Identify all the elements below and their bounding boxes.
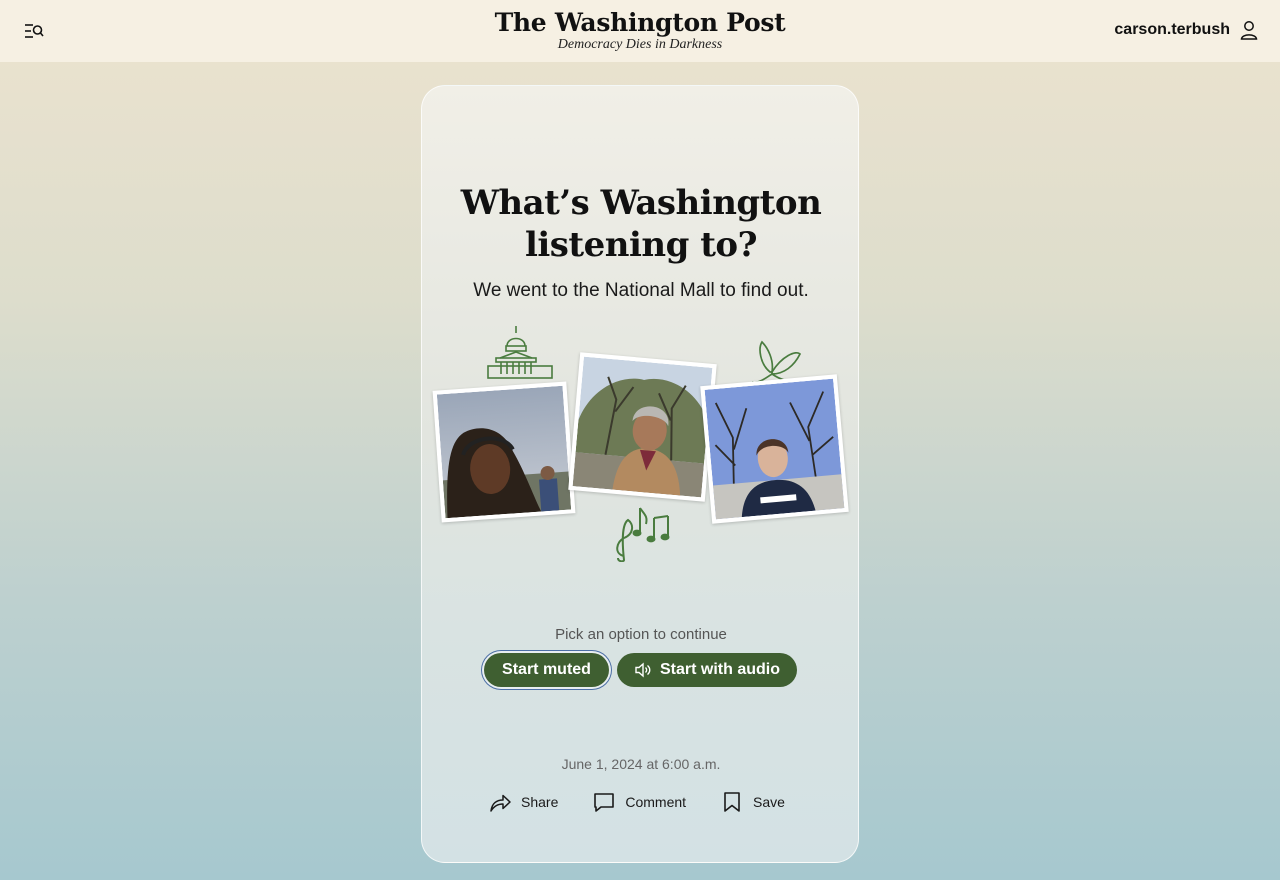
speaker-icon xyxy=(635,662,651,678)
story-dek: We went to the National Mall to find out… xyxy=(473,280,809,301)
publish-date: June 1, 2024 at 6:00 a.m. xyxy=(561,756,721,772)
start-muted-label: Start muted xyxy=(502,661,591,678)
story-actions: Share Comment Save xyxy=(488,790,785,814)
capitol-icon xyxy=(487,326,553,379)
site-tagline: Democracy Dies in Darkness xyxy=(557,37,723,52)
comment-label: Comment xyxy=(625,794,687,810)
bookmark-icon xyxy=(724,792,740,812)
start-with-audio-button[interactable]: Start with audio xyxy=(617,653,797,687)
story-card: What’s Washington listening to? We went … xyxy=(421,85,859,863)
share-label: Share xyxy=(521,794,559,810)
headline-line-2: listening to? xyxy=(524,225,758,265)
start-muted-button[interactable]: Start muted xyxy=(484,653,609,687)
headline-line-1: What’s Washington xyxy=(460,183,822,223)
continue-prompt: Pick an option to continue xyxy=(555,626,727,643)
story-headline: What’s Washington listening to? xyxy=(422,182,860,266)
interview-photo-1 xyxy=(432,381,576,523)
user-icon xyxy=(1240,21,1258,40)
account-button[interactable]: carson.terbush xyxy=(1114,20,1258,40)
site-logo[interactable]: The Washington Post xyxy=(0,8,1280,38)
share-icon xyxy=(490,794,511,812)
interview-photo-3 xyxy=(700,374,849,524)
music-notes-icon xyxy=(616,507,670,562)
save-label: Save xyxy=(753,794,785,810)
comment-button[interactable]: Comment xyxy=(592,790,686,814)
start-audio-label: Start with audio xyxy=(660,661,780,678)
username-label: carson.terbush xyxy=(1114,21,1230,38)
top-navigation-bar: The Washington Post Democracy Dies in Da… xyxy=(0,0,1280,62)
masthead: The Washington Post Democracy Dies in Da… xyxy=(0,8,1280,52)
share-button[interactable]: Share xyxy=(488,790,558,814)
comment-icon xyxy=(594,793,615,812)
save-button[interactable]: Save xyxy=(720,790,785,814)
interview-photo-2 xyxy=(568,352,717,502)
